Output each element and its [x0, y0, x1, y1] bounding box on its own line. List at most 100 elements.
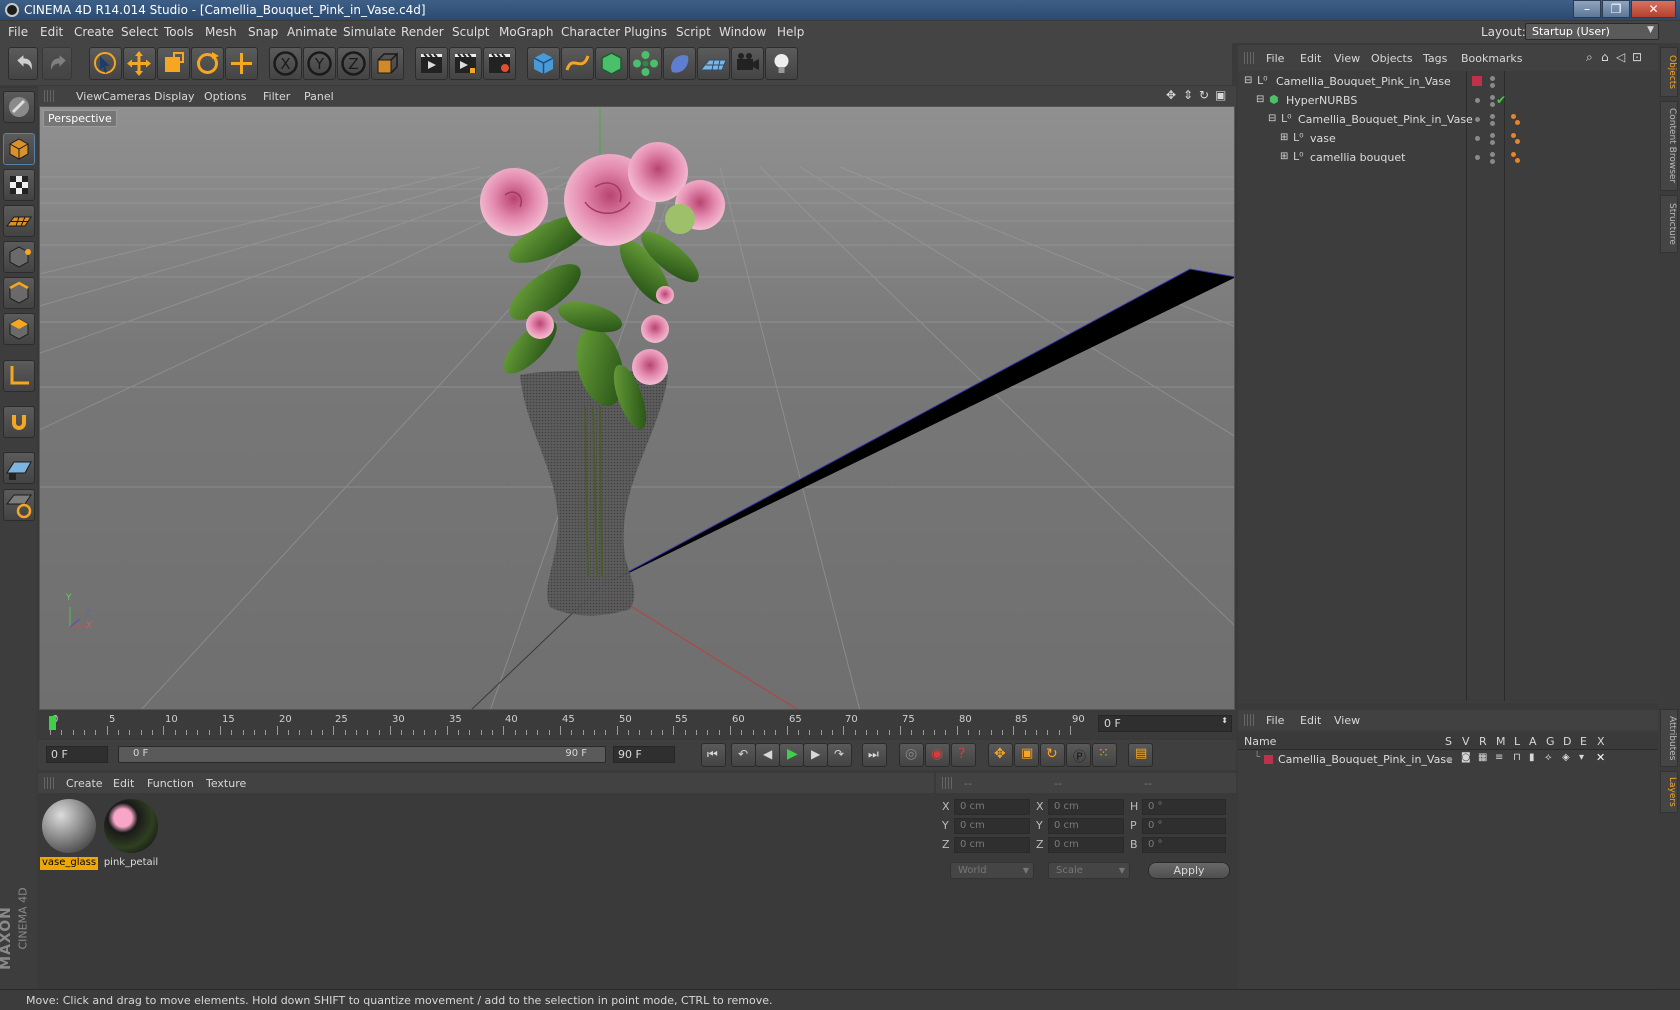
start-frame-field[interactable]: 0 F	[46, 746, 108, 763]
material-menu-function[interactable]: Function	[147, 777, 194, 790]
visibility-render-dot[interactable]	[1490, 121, 1495, 126]
layer-dot[interactable]	[1475, 136, 1480, 141]
playhead-marker[interactable]	[49, 716, 56, 730]
lock-workplane-icon[interactable]	[3, 489, 35, 521]
workplane-mode-icon[interactable]	[3, 205, 35, 237]
texture-tag-icon[interactable]	[1511, 133, 1516, 138]
cube-icon[interactable]	[527, 47, 560, 80]
object-menu-edit[interactable]: Edit	[1300, 52, 1321, 65]
texture-tag-icon[interactable]	[1511, 152, 1516, 157]
texture-mode-icon[interactable]	[3, 169, 35, 201]
eye-icon[interactable]: ◙	[1461, 752, 1471, 763]
array-icon[interactable]	[629, 47, 662, 80]
scale-icon[interactable]	[157, 47, 190, 80]
manager-icon[interactable]: ≡	[1495, 752, 1503, 763]
checkmark-icon[interactable]: ✔	[1496, 93, 1506, 107]
object-row[interactable]: ⊞ L⁰ vase	[1238, 129, 1658, 149]
visibility-render-dot[interactable]	[1490, 83, 1495, 88]
layer-menu-view[interactable]: View	[1334, 714, 1360, 727]
layer-row[interactable]: └ Camellia_Bouquet_Pink_in_Vase ◙ ▦ ≡ ⊓ …	[1238, 751, 1658, 769]
menu-mesh[interactable]: Mesh	[205, 25, 237, 39]
menu-tools[interactable]: Tools	[164, 25, 194, 39]
deformer-icon[interactable]: ◈	[1562, 752, 1570, 763]
viewport-menu-filter[interactable]: Filter	[263, 90, 290, 103]
close-button[interactable]: ✕	[1631, 0, 1676, 18]
object-menu-objects[interactable]: Objects	[1371, 52, 1413, 65]
undo-icon[interactable]	[8, 47, 38, 80]
record-active-objects-icon[interactable]: ◎	[899, 743, 924, 767]
layer-menu-file[interactable]: File	[1266, 714, 1284, 727]
home-icon[interactable]: ⌂	[1601, 50, 1609, 64]
menu-window[interactable]: Window	[719, 25, 766, 39]
next-frame-icon[interactable]: ▶	[803, 743, 828, 767]
column-solo[interactable]: S	[1445, 735, 1452, 748]
visibility-render-dot[interactable]	[1490, 102, 1495, 107]
new-window-icon[interactable]: ⊡	[1632, 50, 1642, 64]
coordinate-mode-dropdown[interactable]: World ▼	[950, 862, 1034, 879]
pos-z-field[interactable]: 0 cm	[954, 837, 1030, 853]
expand-icon[interactable]: ⊞	[1280, 151, 1288, 162]
column-view[interactable]: V	[1462, 735, 1470, 748]
layer-color-swatch[interactable]	[1472, 76, 1482, 86]
viewport-menu-display[interactable]: Display	[154, 90, 195, 103]
floor-icon[interactable]	[697, 47, 730, 80]
collapse-icon[interactable]: ⊟	[1268, 113, 1276, 124]
material-swatch-vase-glass[interactable]: vase_glass	[40, 797, 98, 871]
edit-render-settings-icon[interactable]	[483, 47, 516, 80]
pos-x-field[interactable]: 0 cm	[954, 799, 1030, 815]
render-icon[interactable]: ▦	[1478, 752, 1487, 763]
column-xref[interactable]: X	[1597, 735, 1605, 748]
record-parameter-icon[interactable]: Ⓟ	[1066, 743, 1091, 767]
collapse-icon[interactable]: ⊟	[1244, 75, 1252, 86]
viewport-maximize-icon[interactable]: ▣	[1215, 88, 1226, 102]
deformer-icon[interactable]	[663, 47, 696, 80]
tab-layers[interactable]: Layers	[1660, 771, 1678, 813]
menu-sculpt[interactable]: Sculpt	[452, 25, 489, 39]
column-animation[interactable]: A	[1529, 735, 1537, 748]
panel-grip-icon[interactable]	[942, 777, 952, 789]
object-menu-file[interactable]: File	[1266, 52, 1284, 65]
rot-p-field[interactable]: 0 °	[1142, 818, 1226, 834]
previous-frame-icon[interactable]: ◀	[755, 743, 780, 767]
column-locked[interactable]: L	[1514, 735, 1520, 748]
pos-y-field[interactable]: 0 cm	[954, 818, 1030, 834]
polygons-mode-icon[interactable]	[3, 313, 35, 345]
column-render[interactable]: R	[1479, 735, 1487, 748]
object-row[interactable]: ⊞ L⁰ camellia bouquet	[1238, 148, 1658, 168]
menu-file[interactable]: File	[8, 25, 28, 39]
xref-icon[interactable]: ✕	[1596, 751, 1605, 764]
rot-b-field[interactable]: 0 °	[1142, 837, 1226, 853]
record-point-level-icon[interactable]: ⁙	[1092, 743, 1117, 767]
perspective-viewport[interactable]: Perspective Y Z X	[39, 106, 1235, 710]
timeline-ruler[interactable]: 051015202530354045505560657075808590 0 F…	[38, 710, 1236, 738]
current-frame-field[interactable]: 0 F ⬍	[1098, 715, 1232, 732]
stepper-icon[interactable]: ⬍	[1221, 716, 1228, 725]
size-z-field[interactable]: 0 cm	[1048, 837, 1124, 853]
spline-pen-icon[interactable]	[561, 47, 594, 80]
light-icon[interactable]	[765, 47, 798, 80]
menu-animate[interactable]: Animate	[287, 25, 337, 39]
texture-tag-icon[interactable]	[1515, 120, 1520, 125]
autokeying-icon[interactable]: ◉	[925, 743, 950, 767]
object-menu-tags[interactable]: Tags	[1423, 52, 1447, 65]
viewport-menu-view[interactable]: View	[76, 90, 102, 103]
column-name[interactable]: Name	[1244, 735, 1276, 748]
visibility-editor-dot[interactable]	[1490, 114, 1495, 119]
tab-content-browser[interactable]: Content Browser	[1660, 101, 1678, 191]
column-expressions[interactable]: E	[1580, 735, 1587, 748]
viewport-menu-options[interactable]: Options	[204, 90, 246, 103]
size-x-field[interactable]: 0 cm	[1048, 799, 1124, 815]
layer-dot[interactable]	[1475, 117, 1480, 122]
object-row[interactable]: ⊟ L⁰ Camellia_Bouquet_Pink_in_Vase	[1238, 110, 1658, 130]
object-row[interactable]: ⊟ ⬢ HyperNURBS ✔	[1238, 91, 1658, 111]
play-icon[interactable]: ▶	[779, 743, 804, 767]
tab-structure[interactable]: Structure	[1660, 195, 1678, 253]
menu-plugins[interactable]: Plugins	[624, 25, 667, 39]
collapse-icon[interactable]: ⊟	[1256, 94, 1264, 105]
record-scale-icon[interactable]: ▣	[1014, 743, 1039, 767]
menu-render[interactable]: Render	[401, 25, 444, 39]
animation-icon[interactable]: ▮	[1529, 752, 1535, 763]
generator-icon[interactable]: ⟡	[1545, 752, 1552, 763]
menu-select[interactable]: Select	[121, 25, 158, 39]
nurbs-icon[interactable]	[595, 47, 628, 80]
